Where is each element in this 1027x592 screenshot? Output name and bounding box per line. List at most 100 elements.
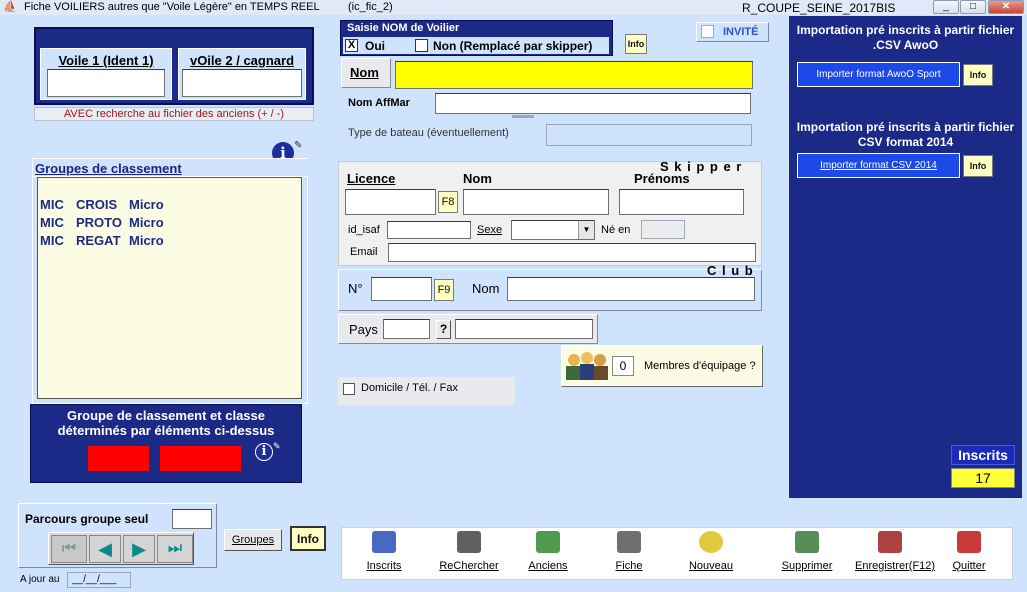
invite-box: INVITÉ [696,22,769,42]
email-input[interactable] [388,243,756,262]
close-button[interactable]: ✕ [988,0,1024,14]
fiche-button-label: Fiche [615,560,643,572]
class-result-field [159,445,242,472]
enregistrer-button-label: Enregistrer(F12) [855,560,936,572]
window-code: (ic_fic_2) [348,1,393,13]
equipage-button[interactable]: 0 Membres d'équipage ? [561,345,763,387]
printer-icon [611,528,647,558]
inscrits-button-label: Inscrits [366,560,402,572]
next-record-icon[interactable]: ▶ [123,535,155,563]
anciens-button[interactable]: Anciens [513,528,583,572]
voile1-input[interactable] [47,69,165,97]
nav-controls: ⏮ ◀ ▶ ⏭ [48,532,194,565]
voile2-box: vOile 2 / cagnard [178,48,306,100]
import-csv2014-info-button[interactable]: Info [963,155,993,177]
info-small-icon[interactable]: i ✎ [249,441,281,471]
classement-text-1: Groupe de classement et classe [67,408,265,423]
parcours-input[interactable] [172,509,212,529]
oui-label: Oui [365,39,385,53]
quitter-button[interactable]: Quitter [934,528,1004,572]
previous-record-icon[interactable]: ◀ [89,535,121,563]
nom-label: Nom [350,65,379,80]
import-title-2: Importation pré inscrits à partir fichie… [796,120,1015,149]
ne-en-input[interactable] [641,220,685,239]
exit-icon [951,528,987,558]
parcours-label: Parcours groupe seul [25,512,149,526]
rechercher-button-label: ReChercher [439,560,499,572]
f9-button[interactable]: F9 [434,279,454,301]
invite-checkbox[interactable] [701,25,714,38]
domicile-checkbox[interactable] [343,383,355,395]
club-num-input[interactable] [371,277,432,301]
import-awoo-button[interactable]: Importer format AwoO Sport [797,62,960,87]
groupe-cell-c: Micro [129,215,164,230]
non-checkbox[interactable] [415,39,428,52]
groupes-button[interactable]: Groupes [224,529,282,551]
domicile-panel: Domicile / Tél. / Fax [338,377,515,405]
app-icon: ⛵ [3,1,17,13]
boat-type-input[interactable] [546,124,752,146]
crew-count: 0 [612,356,634,376]
minimize-button[interactable]: _ [933,0,959,14]
club-nom-input[interactable] [507,277,755,301]
group-result-field [87,445,150,472]
equipage-label: Membres d'équipage ? [644,360,756,372]
groupe-list-item[interactable]: MIC CROIS Micro [38,197,301,215]
search-hint: AVEC recherche au fichier des anciens (+… [34,107,314,121]
supprimer-button[interactable]: Supprimer [772,528,842,572]
boat-name-input[interactable] [395,61,753,89]
pays-label: Pays [349,322,378,337]
groupe-cell-c: Micro [129,233,164,248]
sexe-select[interactable]: ▼ [511,220,595,240]
sexe-label: Sexe [477,224,503,236]
save-icon [872,528,908,558]
groupes-list[interactable]: MIC CROIS Micro MIC PROTO Micro MIC REGAT Micro [37,177,302,399]
club-nom-label: Nom [472,281,500,296]
prenoms-input[interactable] [619,189,744,215]
f8-button[interactable]: F8 [438,191,458,213]
import-awoo-info-button[interactable]: Info [963,64,993,86]
anciens-button-label: Anciens [528,560,568,572]
skipper-nom-input[interactable] [463,189,609,215]
last-record-icon[interactable]: ⏭ [157,535,193,563]
pays-name-input[interactable] [455,319,593,339]
inscrits-button[interactable]: Inscrits [349,528,419,572]
voile1-label: Voile 1 (Ident 1) [58,53,154,68]
maximize-button[interactable]: □ [960,0,986,14]
voile1-box: Voile 1 (Ident 1) [40,48,172,100]
groupe-cell-b: REGAT [76,233,121,248]
groupes-header-bar: Groupes de classement [32,158,308,176]
nom-affmar-label: Nom AffMar [348,97,410,109]
licence-input[interactable] [345,189,436,215]
saisie-options: X Oui Non (Remplacé par skipper) [343,37,609,54]
groupe-cell-a: MIC [40,215,64,230]
import-panel: Importation pré inscrits à partir fichie… [789,16,1022,498]
nom-affmar-input[interactable] [435,93,751,114]
parcours-info-button[interactable]: Info [290,526,326,551]
groupe-list-item[interactable]: MIC REGAT Micro [38,233,301,251]
trash-icon [789,528,825,558]
saisie-panel: Saisie NOM de Voilier X Oui Non (Remplac… [340,20,613,56]
boat-type-label: Type de bateau (éventuellement) [348,127,509,139]
dinosaur-icon [530,528,566,558]
pays-code-input[interactable] [383,319,430,339]
quitter-button-label: Quitter [952,560,986,572]
groupe-list-item[interactable]: MIC PROTO Micro [38,215,301,233]
saisie-info-button[interactable]: Info [625,34,647,54]
oui-checkbox[interactable]: X [345,39,358,52]
regatta-name: R_COUPE_SEINE_2017BIS [742,1,896,15]
enregistrer-button[interactable]: Enregistrer(F12) [855,528,936,572]
domicile-label: Domicile / Tél. / Fax [361,382,458,394]
import-csv2014-button[interactable]: Importer format CSV 2014 [797,153,960,178]
skipper-nom-label: Nom [463,171,492,186]
inscrits-label: Inscrits [951,445,1015,465]
groupe-cell-a: MIC [40,197,64,212]
first-record-icon[interactable]: ⏮ [51,535,87,563]
pays-help-button[interactable]: ? [436,320,451,339]
fiche-button[interactable]: Fiche [594,528,664,572]
nouveau-button[interactable]: Nouveau [676,528,746,572]
chevron-down-icon[interactable]: ▼ [578,221,594,239]
id-isaf-input[interactable] [387,221,471,239]
rechercher-button[interactable]: ReChercher [434,528,504,572]
voile2-input[interactable] [182,69,302,97]
